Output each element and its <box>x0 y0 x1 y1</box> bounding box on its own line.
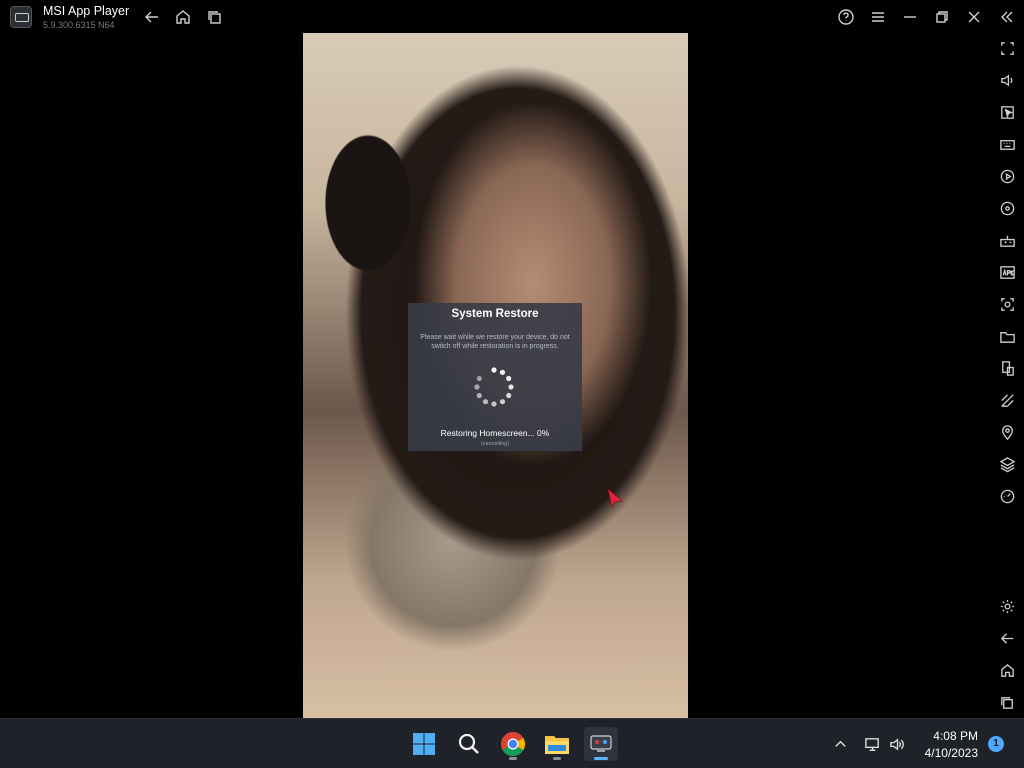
dialog-message: Please wait while we restore your device… <box>420 334 570 350</box>
back-icon[interactable] <box>997 628 1017 648</box>
screenshot-icon[interactable] <box>997 294 1017 314</box>
clock-date: 4/10/2023 <box>924 746 978 760</box>
android-screen[interactable]: System Restore Please wait while we rest… <box>303 33 688 718</box>
keyboard-icon[interactable] <box>997 134 1017 154</box>
app-version: 5.9.300.6315 N64 <box>43 20 115 30</box>
chrome-icon[interactable] <box>496 727 530 761</box>
right-sidebar <box>990 33 1024 718</box>
msi-app-player-taskbar-icon[interactable] <box>584 727 618 761</box>
pointer-icon[interactable] <box>997 102 1017 122</box>
notification-badge[interactable]: 1 <box>988 736 1004 752</box>
layers-icon[interactable] <box>997 454 1017 474</box>
multi-instance-icon[interactable] <box>997 358 1017 378</box>
running-indicator <box>594 757 608 760</box>
system-restore-dialog: System Restore Please wait while we rest… <box>408 303 582 451</box>
performance-icon[interactable] <box>997 486 1017 506</box>
chevron-up-icon[interactable] <box>829 733 851 755</box>
title-bar: MSI App Player 5.9.300.6315 N64 <box>0 0 1024 33</box>
macro-icon[interactable] <box>997 166 1017 186</box>
sync-icon[interactable] <box>997 198 1017 218</box>
minimize-icon[interactable] <box>899 6 921 28</box>
volume-tray-icon[interactable] <box>886 733 908 755</box>
running-indicator <box>553 757 561 760</box>
gamepad-icon[interactable] <box>997 230 1017 250</box>
location-icon[interactable] <box>997 422 1017 442</box>
eco-mode-icon[interactable] <box>997 390 1017 410</box>
restore-sub-status: (cancelling) <box>480 441 510 447</box>
home-icon[interactable] <box>997 660 1017 680</box>
restore-status: Restoring Homescreen... 0% <box>440 428 550 438</box>
dialog-title: System Restore <box>451 308 539 320</box>
recent-apps-icon[interactable] <box>204 6 226 28</box>
app-title: MSI App Player <box>43 4 130 18</box>
apk-icon[interactable] <box>997 262 1017 282</box>
close-icon[interactable] <box>963 6 985 28</box>
start-menu-icon[interactable] <box>407 727 441 761</box>
clock-time: 4:08 PM <box>933 729 978 743</box>
settings-icon[interactable] <box>997 596 1017 616</box>
menu-icon[interactable] <box>867 6 889 28</box>
loading-spinner-icon <box>474 367 514 407</box>
recent-apps-icon[interactable] <box>997 692 1017 712</box>
app-logo-icon <box>10 6 32 28</box>
back-icon[interactable] <box>141 6 163 28</box>
mouse-cursor-icon <box>607 488 623 508</box>
fullscreen-icon[interactable] <box>997 38 1017 58</box>
search-icon[interactable] <box>452 727 486 761</box>
restore-icon[interactable] <box>931 6 953 28</box>
running-indicator <box>509 757 517 760</box>
home-icon[interactable] <box>172 6 194 28</box>
file-explorer-icon[interactable] <box>540 727 574 761</box>
taskbar-clock[interactable]: 4:08 PM 4/10/2023 <box>912 728 978 762</box>
collapse-sidebar-icon[interactable] <box>996 6 1018 28</box>
folder-icon[interactable] <box>997 326 1017 346</box>
volume-icon[interactable] <box>997 70 1017 90</box>
help-icon[interactable] <box>835 6 857 28</box>
windows-taskbar: 4:08 PM 4/10/2023 <box>0 718 1024 768</box>
network-icon[interactable] <box>861 733 883 755</box>
